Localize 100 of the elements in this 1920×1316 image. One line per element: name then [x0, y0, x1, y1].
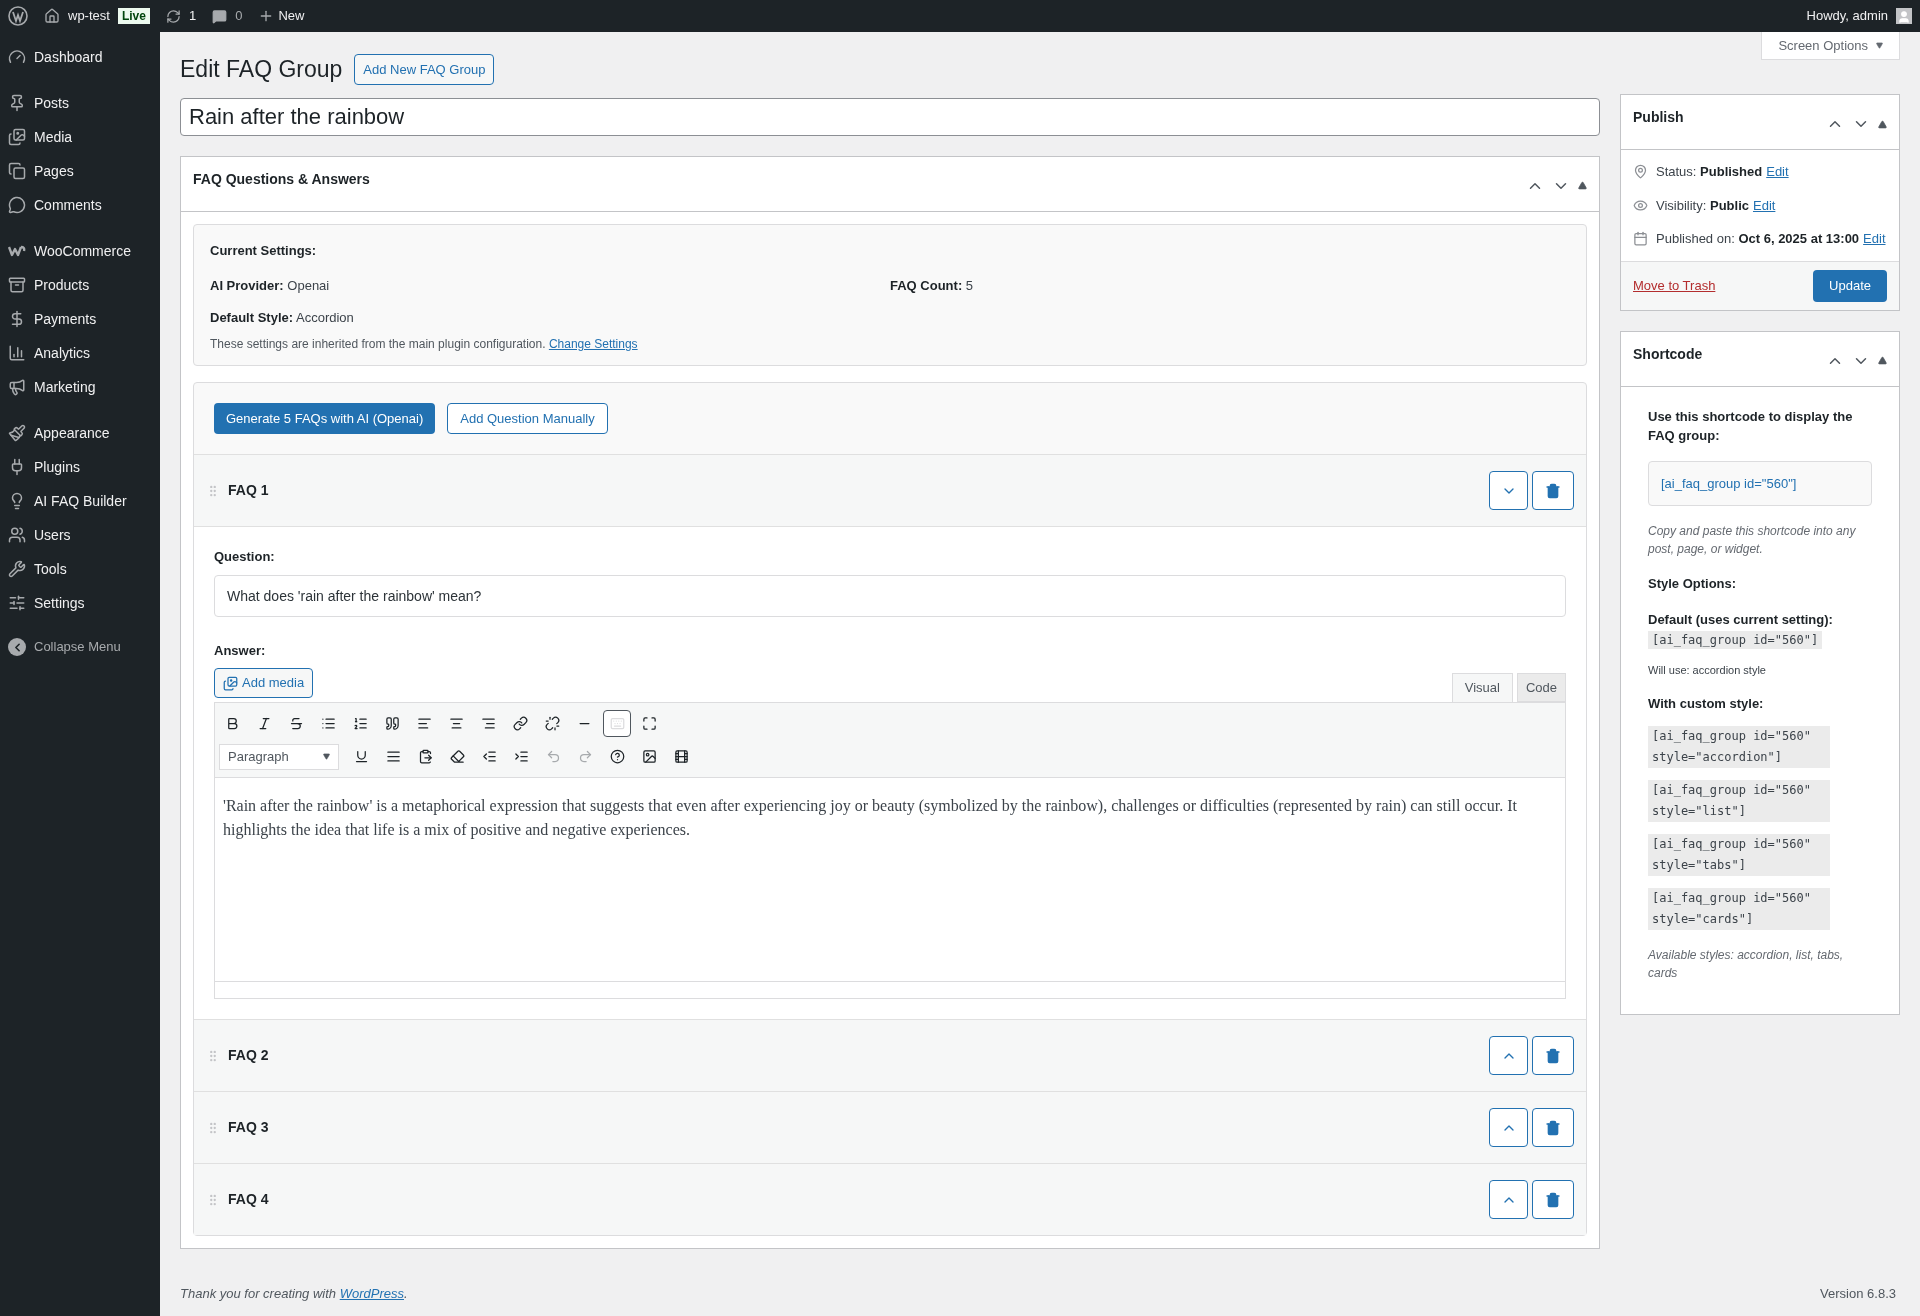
eye-icon: [1633, 197, 1648, 213]
delete-button[interactable]: [1532, 1036, 1574, 1075]
menu-item[interactable]: Media: [0, 120, 160, 154]
generate-button[interactable]: Generate 5 FAQs with AI (Openai): [214, 403, 436, 434]
edit-link[interactable]: Edit: [1766, 162, 1789, 182]
title-field[interactable]: Rain after the rainbow: [180, 97, 1600, 136]
available-styles-text: Available styles: accordion, list, tabs, cards: [1648, 946, 1845, 982]
brush-icon: [8, 424, 26, 442]
trash-icon: [1545, 1119, 1561, 1136]
menu-item[interactable]: Appearance: [0, 416, 160, 450]
faq-title: FAQ 3: [228, 1118, 269, 1137]
answer-text[interactable]: 'Rain after the rainbow' is a metaphorical expression that suggests that even after experiencing joy or beauty (symbolized by the rainbow), challenges or difficulties (represented by rain) can still occur. It highlights the idea that life is a mix of positive and negative experiences.: [223, 794, 1557, 842]
live-badge: Live: [117, 8, 150, 24]
comment-icon: [8, 196, 26, 214]
trash-icon: [1545, 1191, 1561, 1208]
shortcode-snippet: [ai_faq_group id="560"]: [1648, 631, 1823, 649]
shortcode-snippet: [ai_faq_group id="560" style="accordion"]: [1648, 725, 1830, 768]
will-use-text: Will use: accordion style: [1648, 662, 1767, 678]
page-title: Edit FAQ Group: [180, 55, 343, 84]
publish-info: Published on: Oct 6, 2025 at 13:00: [1656, 230, 1860, 248]
dashboard-icon: [8, 48, 26, 66]
expand-toggle-button[interactable]: [1489, 1036, 1528, 1075]
menu-item[interactable]: WooCommerce: [0, 234, 160, 268]
box-title: Publish: [1633, 108, 1684, 127]
faq-count-text: FAQ Count: 5: [890, 277, 975, 295]
menu-item[interactable]: AI FAQ Builder: [0, 484, 160, 518]
toggle-icon[interactable]: [1578, 181, 1587, 190]
box-title: FAQ Questions & Answers: [193, 169, 370, 189]
wrench-icon: [8, 560, 26, 578]
media-icon: [223, 675, 238, 691]
trash-link[interactable]: Move to Trash: [1633, 275, 1716, 296]
w-icon: [8, 245, 26, 257]
collapse-menu-link[interactable]: Collapse Menu: [34, 637, 121, 657]
delete-button[interactable]: [1532, 471, 1574, 510]
version-text: Version 6.8.3: [1820, 1285, 1896, 1304]
expand-toggle-button[interactable]: [1489, 1108, 1528, 1147]
style-options-heading: Style Options:: [1648, 575, 1738, 593]
menu-item[interactable]: Pages: [0, 154, 160, 188]
edit-link[interactable]: Edit: [1753, 195, 1776, 215]
editor-tab[interactable]: Visual: [1451, 673, 1513, 702]
site-link[interactable]: wp-test: [68, 6, 110, 26]
menu-item[interactable]: Payments: [0, 302, 160, 336]
shortcode-snippet: [ai_faq_group id="560" style="cards"]: [1648, 887, 1830, 930]
provider-text: AI Provider: Openai: [210, 277, 331, 295]
caret-icon: [1876, 42, 1883, 49]
delete-button[interactable]: [1532, 1180, 1574, 1219]
shortcode-field[interactable]: [ai_faq_group id="560"]: [1648, 460, 1872, 506]
caret-icon: [323, 753, 330, 760]
media-icon: [8, 128, 26, 146]
greeting-link[interactable]: Howdy, admin: [1806, 6, 1888, 26]
menu-item[interactable]: Comments: [0, 188, 160, 222]
toggle-icon[interactable]: [1878, 356, 1887, 365]
add-media-button[interactable]: Add media: [214, 668, 314, 698]
faq-title: FAQ 1: [228, 481, 269, 500]
trash-icon: [1545, 1047, 1561, 1064]
menu-item[interactable]: Tools: [0, 552, 160, 586]
updates-icon[interactable]: [165, 8, 181, 24]
home-icon: [44, 8, 60, 24]
wordpress-logo-icon[interactable]: [8, 6, 28, 26]
pin-icon: [1633, 164, 1648, 180]
toggle-icon[interactable]: [1878, 119, 1887, 129]
footer-text: Thank you for creating with WordPress.: [180, 1285, 408, 1304]
wordpress-link[interactable]: WordPress: [339, 1286, 404, 1302]
faq-title: FAQ 4: [228, 1190, 269, 1209]
pages-icon: [8, 162, 26, 180]
user-icon: [8, 526, 26, 544]
menu-item[interactable]: Dashboard: [0, 40, 160, 74]
menu-item[interactable]: Products: [0, 268, 160, 302]
question-field[interactable]: What does 'rain after the rainbow' mean?: [214, 574, 1566, 617]
shortcode-snippet: [ai_faq_group id="560" style="tabs"]: [1648, 833, 1830, 876]
menu-item[interactable]: Plugins: [0, 450, 160, 484]
update-button[interactable]: Update: [1813, 269, 1887, 302]
sliders-icon: [8, 594, 26, 612]
menu-item[interactable]: Analytics: [0, 336, 160, 370]
toolbar-toggle-icon[interactable]: [603, 710, 631, 737]
menu-item[interactable]: Marketing: [0, 370, 160, 404]
collapse-icon[interactable]: [8, 638, 26, 656]
add-question-button[interactable]: Add Question Manually: [447, 403, 608, 434]
expand-toggle-button[interactable]: [1489, 471, 1528, 510]
publish-info: Status: Published: [1656, 163, 1763, 181]
expand-toggle-button[interactable]: [1489, 1180, 1528, 1219]
menu-item[interactable]: Settings: [0, 586, 160, 620]
change-settings-link[interactable]: Change Settings: [548, 337, 638, 351]
editor-tab[interactable]: Code: [1516, 673, 1566, 702]
settings-heading: Current Settings:: [210, 241, 318, 260]
style-text: Default Style: Accordion: [210, 308, 355, 327]
menu-item[interactable]: Users: [0, 518, 160, 552]
menu-item[interactable]: Posts: [0, 86, 160, 120]
box-title: Shortcode: [1633, 344, 1703, 364]
delete-button[interactable]: [1532, 1108, 1574, 1147]
comment-icon[interactable]: [212, 8, 228, 24]
settings-note: These settings are inherited from the main plugin configuration.: [210, 337, 546, 351]
format-select[interactable]: Paragraph: [219, 743, 339, 770]
shortcode-intro: Use this shortcode to display the FAQ group:: [1648, 407, 1854, 445]
screen-options-button[interactable]: Screen Options: [1761, 32, 1900, 60]
edit-link[interactable]: Edit: [1863, 229, 1886, 249]
shortcode-hint: Copy and paste this shortcode into any post, page, or widget.: [1648, 523, 1857, 558]
add-new-button[interactable]: Add New FAQ Group: [354, 53, 495, 85]
new-link[interactable]: New: [278, 6, 305, 26]
comments-count: 0: [235, 7, 243, 26]
